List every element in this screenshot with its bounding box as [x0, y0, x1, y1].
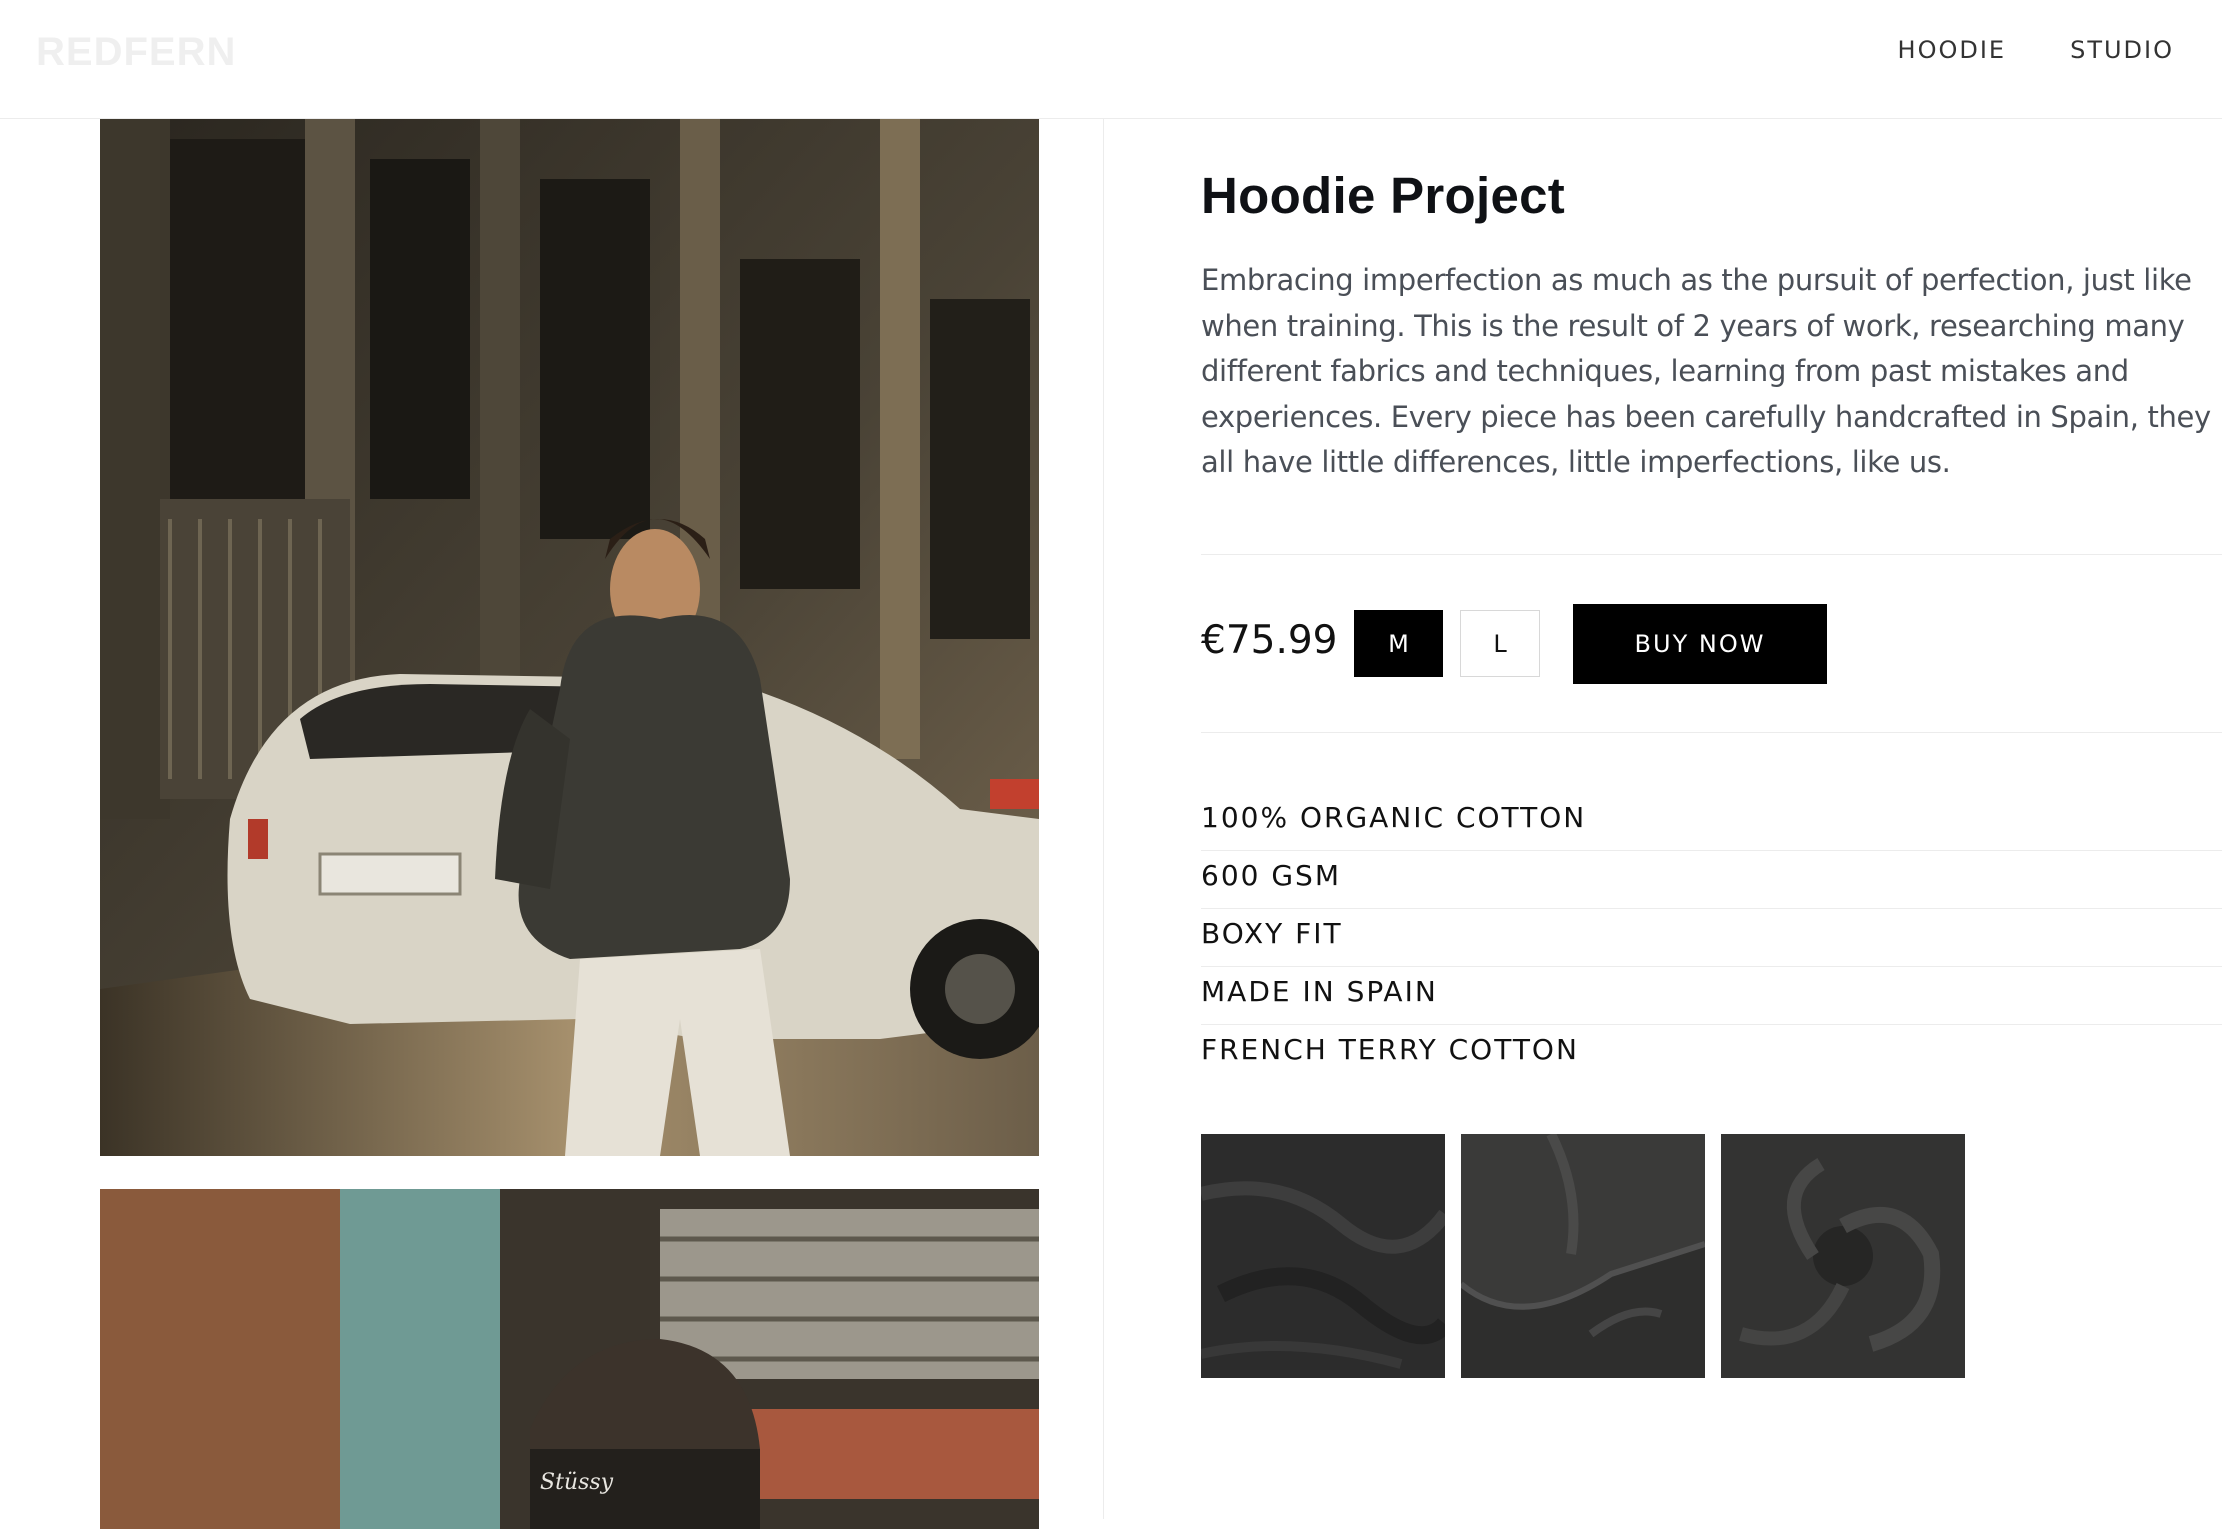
nav-link-studio[interactable]: STUDIO [2070, 36, 2174, 64]
product-description: Embracing imperfection as much as the pu… [1201, 263, 2211, 479]
nav-link-hoodie[interactable]: HOODIE [1898, 36, 2007, 64]
main-nav: HOODIE STUDIO [1898, 36, 2174, 64]
product-photo-street [100, 119, 1039, 1156]
feature-item: 600 GSM [1201, 851, 2222, 909]
column-divider [1103, 119, 1104, 1519]
buy-now-button[interactable]: BUY NOW [1573, 604, 1827, 684]
divider-top [1201, 554, 2222, 555]
feature-list: 100% ORGANIC COTTON 600 GSM BOXY FIT MAD… [1201, 793, 2222, 1083]
product-price: €75.99 [1201, 618, 1338, 663]
brand-logo[interactable]: REDFERN [36, 30, 236, 75]
feature-item: FRENCH TERRY COTTON [1201, 1033, 1579, 1066]
fabric-swatch-cuff[interactable] [1461, 1134, 1705, 1378]
size-option-m[interactable]: M [1354, 610, 1443, 677]
fabric-swatch-twist[interactable] [1721, 1134, 1965, 1378]
site-header: REDFERN HOODIE STUDIO [0, 0, 2222, 119]
divider-bottom [1201, 732, 2222, 733]
feature-item: MADE IN SPAIN [1201, 967, 2222, 1025]
fabric-swatch-flat[interactable] [1201, 1134, 1445, 1378]
svg-text:Stüssy: Stüssy [540, 1470, 614, 1495]
feature-item: BOXY FIT [1201, 909, 2222, 967]
product-photo-beanie: Stüssy [100, 1189, 1039, 1529]
product-title: Hoodie Project [1201, 167, 1566, 224]
size-option-l[interactable]: L [1460, 610, 1540, 677]
feature-item: 100% ORGANIC COTTON [1201, 793, 2222, 851]
